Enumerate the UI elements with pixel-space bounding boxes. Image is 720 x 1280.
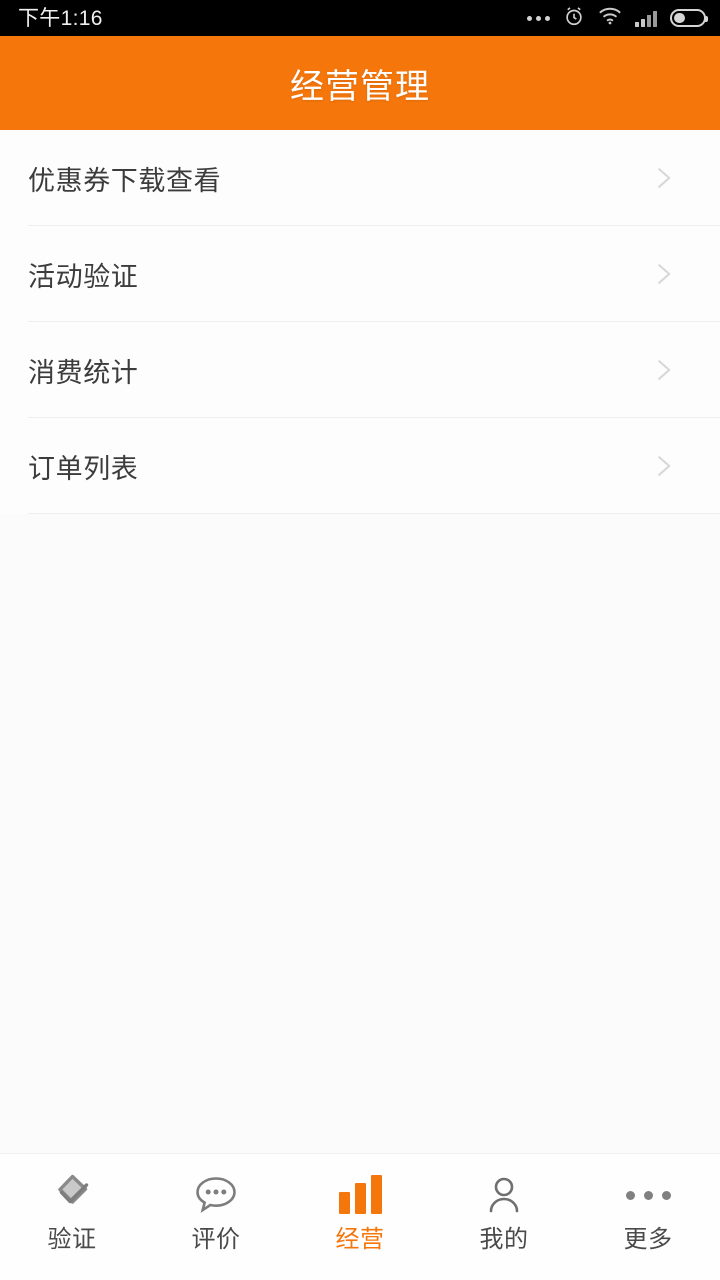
tab-more[interactable]: 更多 bbox=[576, 1172, 720, 1272]
tab-business[interactable]: 经营 bbox=[288, 1172, 432, 1272]
more-dots-icon bbox=[527, 15, 550, 21]
tab-label: 评价 bbox=[191, 1226, 241, 1253]
tab-profile[interactable]: 我的 bbox=[432, 1172, 576, 1272]
list-item[interactable]: 优惠券下载查看 bbox=[0, 130, 720, 226]
battery-icon bbox=[670, 9, 708, 27]
bottom-tab-bar: 验证 评价 经营 我的 更多 bbox=[0, 1153, 720, 1280]
chevron-right-icon bbox=[658, 264, 671, 284]
tab-reviews[interactable]: 评价 bbox=[144, 1172, 288, 1272]
status-bar: 下午1:16 bbox=[0, 0, 720, 36]
alarm-clock-icon bbox=[563, 5, 585, 32]
list-item[interactable]: 消费统计 bbox=[0, 322, 720, 418]
chevron-right-icon bbox=[658, 360, 671, 380]
chevron-right-icon bbox=[658, 168, 671, 188]
tab-label: 更多 bbox=[623, 1226, 673, 1253]
list-item[interactable]: 订单列表 bbox=[0, 418, 720, 514]
app-screen: 下午1:16 经营管理 优惠券下载查看 活动验证 消费统计 订单列表 验证 评价… bbox=[0, 0, 720, 1280]
tab-verify[interactable]: 验证 bbox=[0, 1172, 144, 1272]
app-header: 经营管理 bbox=[0, 36, 720, 130]
speech-bubble-dots-icon bbox=[192, 1172, 240, 1218]
verify-check-badge-icon bbox=[48, 1172, 96, 1218]
cellular-signal-icon bbox=[635, 10, 657, 27]
list-item-label: 优惠券下载查看 bbox=[28, 165, 222, 196]
list-item-label: 消费统计 bbox=[28, 357, 139, 388]
status-bar-icons bbox=[527, 5, 708, 32]
wifi-icon bbox=[598, 6, 622, 30]
person-icon bbox=[482, 1172, 526, 1218]
tab-label: 我的 bbox=[479, 1226, 529, 1253]
page-title: 经营管理 bbox=[290, 67, 430, 106]
status-bar-time: 下午1:16 bbox=[18, 6, 103, 30]
bar-chart-icon bbox=[338, 1172, 382, 1218]
list-item-label: 活动验证 bbox=[28, 261, 139, 292]
list-item[interactable]: 活动验证 bbox=[0, 226, 720, 322]
tab-label: 经营 bbox=[335, 1226, 385, 1253]
list-item-label: 订单列表 bbox=[28, 453, 139, 484]
chevron-right-icon bbox=[658, 456, 671, 476]
menu-list: 优惠券下载查看 活动验证 消费统计 订单列表 bbox=[0, 130, 720, 514]
tab-label: 验证 bbox=[47, 1226, 97, 1253]
more-dots-icon bbox=[625, 1172, 671, 1218]
